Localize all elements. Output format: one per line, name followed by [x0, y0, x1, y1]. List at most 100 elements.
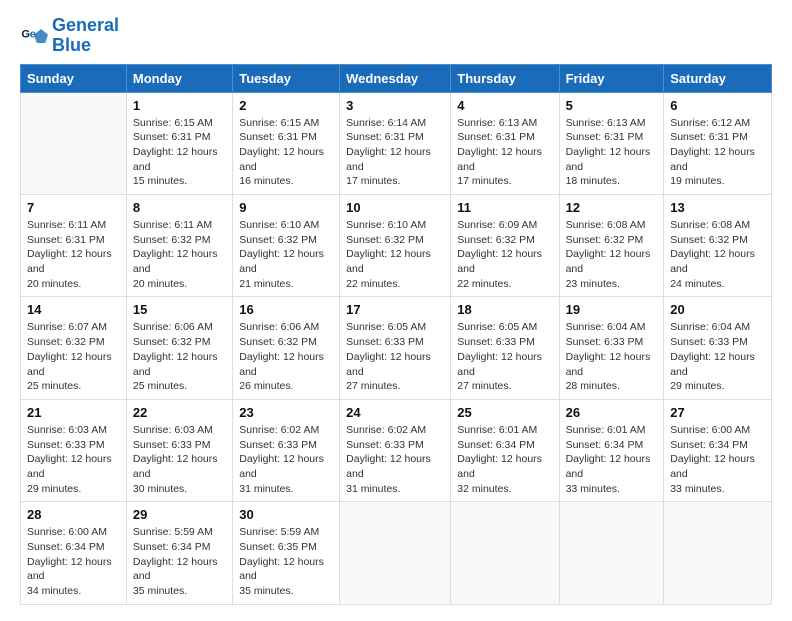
calendar-cell: 3 Sunrise: 6:14 AMSunset: 6:31 PMDayligh… [340, 92, 451, 194]
logo-name: General Blue [52, 16, 119, 56]
day-info: Sunrise: 6:05 AMSunset: 6:33 PMDaylight:… [346, 320, 444, 393]
day-number: 11 [457, 200, 552, 215]
day-info: Sunrise: 6:13 AMSunset: 6:31 PMDaylight:… [566, 116, 658, 189]
day-number: 9 [239, 200, 333, 215]
calendar-cell: 16 Sunrise: 6:06 AMSunset: 6:32 PMDaylig… [233, 297, 340, 399]
day-info: Sunrise: 6:04 AMSunset: 6:33 PMDaylight:… [670, 320, 765, 393]
calendar-cell: 9 Sunrise: 6:10 AMSunset: 6:32 PMDayligh… [233, 195, 340, 297]
day-info: Sunrise: 6:06 AMSunset: 6:32 PMDaylight:… [239, 320, 333, 393]
day-number: 16 [239, 302, 333, 317]
day-info: Sunrise: 6:03 AMSunset: 6:33 PMDaylight:… [133, 423, 226, 496]
header-day-tuesday: Tuesday [233, 64, 340, 92]
week-row-2: 7 Sunrise: 6:11 AMSunset: 6:31 PMDayligh… [21, 195, 772, 297]
day-info: Sunrise: 6:03 AMSunset: 6:33 PMDaylight:… [27, 423, 120, 496]
day-number: 15 [133, 302, 226, 317]
day-info: Sunrise: 6:00 AMSunset: 6:34 PMDaylight:… [670, 423, 765, 496]
day-info: Sunrise: 6:13 AMSunset: 6:31 PMDaylight:… [457, 116, 552, 189]
day-number: 25 [457, 405, 552, 420]
day-number: 17 [346, 302, 444, 317]
logo-icon: G e [20, 22, 48, 50]
day-info: Sunrise: 6:08 AMSunset: 6:32 PMDaylight:… [566, 218, 658, 291]
calendar-cell: 5 Sunrise: 6:13 AMSunset: 6:31 PMDayligh… [559, 92, 664, 194]
calendar-cell: 27 Sunrise: 6:00 AMSunset: 6:34 PMDaylig… [664, 399, 772, 501]
day-number: 23 [239, 405, 333, 420]
day-number: 28 [27, 507, 120, 522]
day-number: 18 [457, 302, 552, 317]
calendar-cell: 21 Sunrise: 6:03 AMSunset: 6:33 PMDaylig… [21, 399, 127, 501]
header-day-saturday: Saturday [664, 64, 772, 92]
day-number: 3 [346, 98, 444, 113]
calendar-table: SundayMondayTuesdayWednesdayThursdayFrid… [20, 64, 772, 605]
calendar-cell: 20 Sunrise: 6:04 AMSunset: 6:33 PMDaylig… [664, 297, 772, 399]
day-info: Sunrise: 6:08 AMSunset: 6:32 PMDaylight:… [670, 218, 765, 291]
day-info: Sunrise: 6:09 AMSunset: 6:32 PMDaylight:… [457, 218, 552, 291]
day-number: 13 [670, 200, 765, 215]
calendar-cell [451, 502, 559, 604]
calendar-cell: 26 Sunrise: 6:01 AMSunset: 6:34 PMDaylig… [559, 399, 664, 501]
day-number: 30 [239, 507, 333, 522]
day-number: 22 [133, 405, 226, 420]
page-header: G e General Blue [20, 16, 772, 56]
day-info: Sunrise: 6:07 AMSunset: 6:32 PMDaylight:… [27, 320, 120, 393]
calendar-cell [21, 92, 127, 194]
day-info: Sunrise: 6:02 AMSunset: 6:33 PMDaylight:… [346, 423, 444, 496]
header-day-wednesday: Wednesday [340, 64, 451, 92]
day-info: Sunrise: 6:12 AMSunset: 6:31 PMDaylight:… [670, 116, 765, 189]
calendar-cell: 29 Sunrise: 5:59 AMSunset: 6:34 PMDaylig… [126, 502, 232, 604]
day-number: 21 [27, 405, 120, 420]
day-info: Sunrise: 6:10 AMSunset: 6:32 PMDaylight:… [346, 218, 444, 291]
calendar-cell [664, 502, 772, 604]
calendar-cell: 18 Sunrise: 6:05 AMSunset: 6:33 PMDaylig… [451, 297, 559, 399]
calendar-cell: 22 Sunrise: 6:03 AMSunset: 6:33 PMDaylig… [126, 399, 232, 501]
calendar-cell: 23 Sunrise: 6:02 AMSunset: 6:33 PMDaylig… [233, 399, 340, 501]
calendar-cell: 11 Sunrise: 6:09 AMSunset: 6:32 PMDaylig… [451, 195, 559, 297]
week-row-1: 1 Sunrise: 6:15 AMSunset: 6:31 PMDayligh… [21, 92, 772, 194]
day-number: 27 [670, 405, 765, 420]
day-info: Sunrise: 6:14 AMSunset: 6:31 PMDaylight:… [346, 116, 444, 189]
calendar-cell: 19 Sunrise: 6:04 AMSunset: 6:33 PMDaylig… [559, 297, 664, 399]
calendar-cell: 15 Sunrise: 6:06 AMSunset: 6:32 PMDaylig… [126, 297, 232, 399]
day-info: Sunrise: 6:06 AMSunset: 6:32 PMDaylight:… [133, 320, 226, 393]
week-row-5: 28 Sunrise: 6:00 AMSunset: 6:34 PMDaylig… [21, 502, 772, 604]
week-row-4: 21 Sunrise: 6:03 AMSunset: 6:33 PMDaylig… [21, 399, 772, 501]
calendar-cell: 4 Sunrise: 6:13 AMSunset: 6:31 PMDayligh… [451, 92, 559, 194]
day-info: Sunrise: 6:15 AMSunset: 6:31 PMDaylight:… [133, 116, 226, 189]
logo: G e General Blue [20, 16, 119, 56]
day-number: 12 [566, 200, 658, 215]
header-day-friday: Friday [559, 64, 664, 92]
day-info: Sunrise: 6:11 AMSunset: 6:32 PMDaylight:… [133, 218, 226, 291]
day-info: Sunrise: 6:04 AMSunset: 6:33 PMDaylight:… [566, 320, 658, 393]
calendar-cell: 28 Sunrise: 6:00 AMSunset: 6:34 PMDaylig… [21, 502, 127, 604]
day-number: 26 [566, 405, 658, 420]
day-info: Sunrise: 6:05 AMSunset: 6:33 PMDaylight:… [457, 320, 552, 393]
day-info: Sunrise: 6:02 AMSunset: 6:33 PMDaylight:… [239, 423, 333, 496]
day-info: Sunrise: 6:15 AMSunset: 6:31 PMDaylight:… [239, 116, 333, 189]
day-number: 4 [457, 98, 552, 113]
day-info: Sunrise: 6:10 AMSunset: 6:32 PMDaylight:… [239, 218, 333, 291]
calendar-cell: 24 Sunrise: 6:02 AMSunset: 6:33 PMDaylig… [340, 399, 451, 501]
day-number: 7 [27, 200, 120, 215]
calendar-cell: 8 Sunrise: 6:11 AMSunset: 6:32 PMDayligh… [126, 195, 232, 297]
day-info: Sunrise: 5:59 AMSunset: 6:34 PMDaylight:… [133, 525, 226, 598]
day-info: Sunrise: 6:01 AMSunset: 6:34 PMDaylight:… [566, 423, 658, 496]
day-number: 10 [346, 200, 444, 215]
day-info: Sunrise: 6:11 AMSunset: 6:31 PMDaylight:… [27, 218, 120, 291]
day-number: 29 [133, 507, 226, 522]
svg-text:G: G [21, 28, 30, 40]
calendar-cell [559, 502, 664, 604]
calendar-cell: 12 Sunrise: 6:08 AMSunset: 6:32 PMDaylig… [559, 195, 664, 297]
header-day-thursday: Thursday [451, 64, 559, 92]
day-info: Sunrise: 5:59 AMSunset: 6:35 PMDaylight:… [239, 525, 333, 598]
calendar-cell: 7 Sunrise: 6:11 AMSunset: 6:31 PMDayligh… [21, 195, 127, 297]
header-day-monday: Monday [126, 64, 232, 92]
calendar-cell: 30 Sunrise: 5:59 AMSunset: 6:35 PMDaylig… [233, 502, 340, 604]
day-number: 1 [133, 98, 226, 113]
header-row: SundayMondayTuesdayWednesdayThursdayFrid… [21, 64, 772, 92]
day-number: 6 [670, 98, 765, 113]
header-day-sunday: Sunday [21, 64, 127, 92]
calendar-cell: 1 Sunrise: 6:15 AMSunset: 6:31 PMDayligh… [126, 92, 232, 194]
calendar-cell: 25 Sunrise: 6:01 AMSunset: 6:34 PMDaylig… [451, 399, 559, 501]
calendar-cell: 10 Sunrise: 6:10 AMSunset: 6:32 PMDaylig… [340, 195, 451, 297]
calendar-cell: 2 Sunrise: 6:15 AMSunset: 6:31 PMDayligh… [233, 92, 340, 194]
day-info: Sunrise: 6:01 AMSunset: 6:34 PMDaylight:… [457, 423, 552, 496]
